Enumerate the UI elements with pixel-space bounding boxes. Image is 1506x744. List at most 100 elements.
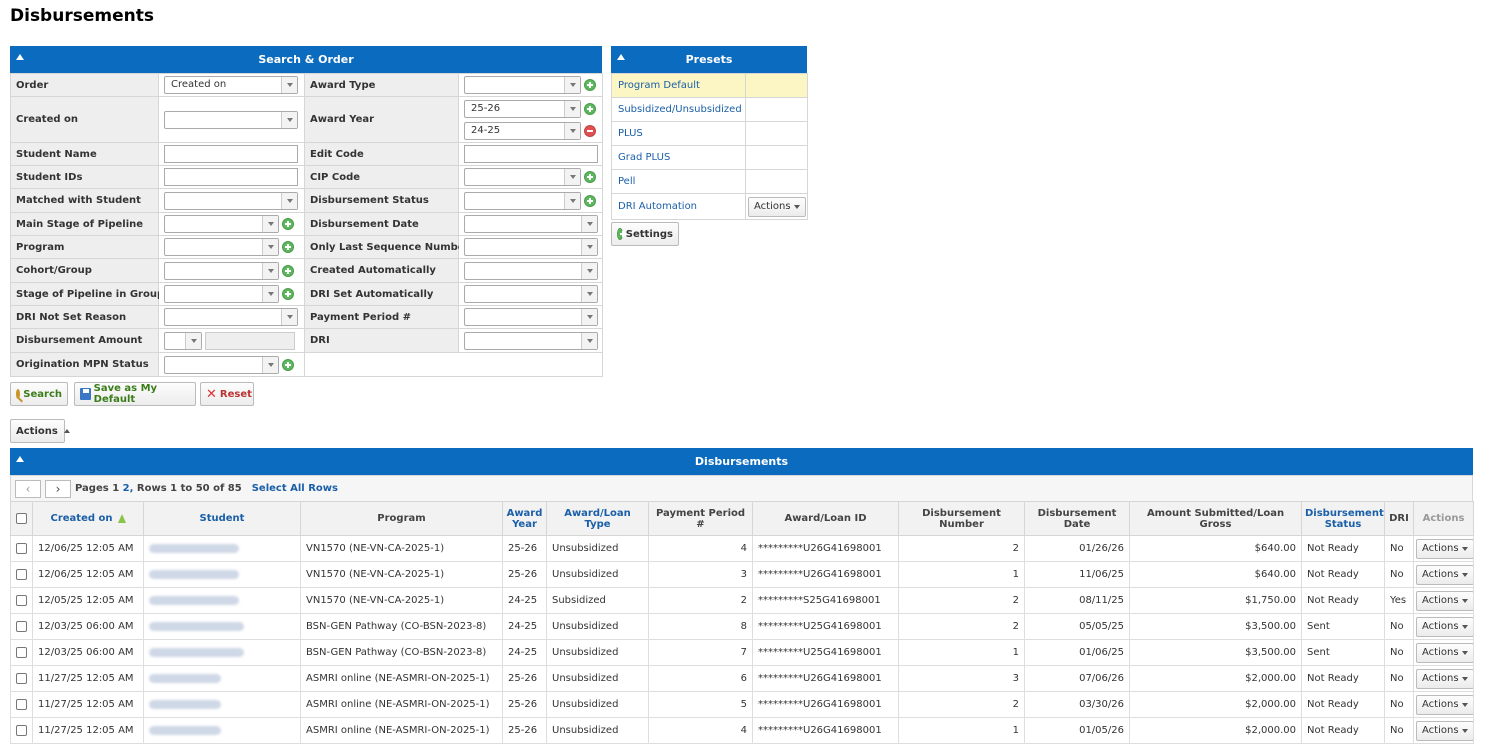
save-default-button[interactable]: Save as My Default [74, 382, 196, 406]
actions-menu-button[interactable]: Actions [10, 419, 70, 443]
dri-not-set-reason-select[interactable] [164, 308, 298, 326]
table-row[interactable]: 12/06/25 12:05 AM VN1570 (NE-VN-CA-2025-1… [10, 561, 1474, 588]
table-row[interactable]: 11/27/25 12:05 AM ASMRI online (NE-ASMRI-… [10, 691, 1474, 718]
row-actions-button[interactable]: Actions [1416, 538, 1473, 559]
cell-student[interactable] [143, 691, 301, 718]
cell-award-loan-id[interactable]: *********U26G41698001 [752, 717, 899, 744]
dri-select[interactable] [464, 331, 598, 350]
page-1-link[interactable]: 1 [112, 483, 119, 494]
award-year-select-2[interactable]: 24-25 [464, 121, 581, 140]
add-icon[interactable] [282, 218, 294, 230]
row-checkbox-cell[interactable] [10, 587, 33, 614]
cell-student[interactable] [143, 665, 301, 692]
student-name-redacted[interactable] [149, 647, 244, 657]
cell-student[interactable] [143, 561, 301, 588]
add-icon[interactable] [282, 288, 294, 300]
table-row[interactable]: 12/03/25 06:00 AM BSN-GEN Pathway (CO-BSN… [10, 613, 1474, 640]
preset-actions-button[interactable]: Actions [748, 196, 806, 217]
student-name-redacted[interactable] [149, 569, 239, 579]
cell-student[interactable] [143, 613, 301, 640]
table-row[interactable]: 12/05/25 12:05 AM VN1570 (NE-VN-CA-2025-1… [10, 587, 1474, 614]
cell-award-loan-id[interactable]: *********U25G41698001 [752, 639, 899, 666]
row-checkbox-cell[interactable] [10, 717, 33, 744]
student-name-redacted[interactable] [149, 725, 221, 735]
student-ids-input[interactable] [164, 168, 298, 186]
search-button[interactable]: Search [10, 382, 68, 406]
program-select[interactable] [164, 238, 279, 256]
created-automatically-select[interactable] [464, 261, 598, 280]
mpn-status-select[interactable] [164, 355, 279, 374]
select-all-checkbox-cell[interactable] [10, 501, 33, 536]
checkbox[interactable] [16, 672, 27, 684]
add-icon[interactable] [584, 171, 596, 183]
cell-award-loan-id[interactable]: *********S25G41698001 [752, 587, 899, 614]
table-row[interactable]: 12/03/25 06:00 AM BSN-GEN Pathway (CO-BSN… [10, 639, 1474, 666]
student-name-redacted[interactable] [149, 543, 239, 553]
reset-button[interactable]: ✕ Reset [200, 382, 254, 406]
row-checkbox-cell[interactable] [10, 639, 33, 666]
disbursement-date-select[interactable] [464, 215, 598, 233]
row-actions-button[interactable]: Actions [1416, 642, 1473, 663]
row-checkbox-cell[interactable] [10, 691, 33, 718]
preset-pell[interactable]: Pell [611, 169, 746, 194]
preset-plus[interactable]: PLUS [611, 121, 746, 146]
edit-code-input[interactable] [464, 145, 598, 163]
student-name-redacted[interactable] [149, 699, 221, 709]
created-on-select[interactable] [164, 110, 298, 129]
preset-program-default[interactable]: Program Default [611, 73, 746, 98]
award-type-select[interactable] [464, 76, 581, 94]
row-actions-button[interactable]: Actions [1416, 590, 1473, 611]
row-checkbox-cell[interactable] [10, 613, 33, 640]
amount-input[interactable] [205, 331, 296, 350]
row-checkbox-cell[interactable] [10, 535, 33, 562]
collapse-icon[interactable] [16, 456, 24, 462]
preset-grad-plus[interactable]: Grad PLUS [611, 145, 746, 170]
award-year-select[interactable]: 25-26 [464, 99, 581, 118]
order-select[interactable]: Created on [164, 76, 298, 94]
select-all-rows-link[interactable]: Select All Rows [252, 483, 338, 494]
row-actions-button[interactable]: Actions [1416, 668, 1473, 689]
cohort-group-select[interactable] [164, 261, 279, 280]
cell-student[interactable] [143, 639, 301, 666]
page-2-link[interactable]: 2, [123, 483, 134, 494]
payment-period-select[interactable] [464, 308, 598, 326]
collapse-icon[interactable] [617, 54, 625, 60]
checkbox[interactable] [16, 646, 27, 658]
checkbox[interactable] [16, 698, 27, 710]
settings-button[interactable]: Settings [611, 222, 679, 246]
add-icon[interactable] [584, 194, 596, 207]
grid-panel-header[interactable]: Disbursements [10, 448, 1473, 475]
presets-panel-header[interactable]: Presets [611, 46, 807, 73]
column-header-award-year[interactable]: Award Year [502, 501, 547, 536]
student-name-input[interactable] [164, 145, 298, 163]
add-icon[interactable] [584, 102, 596, 115]
main-stage-select[interactable] [164, 215, 279, 233]
cell-award-loan-id[interactable]: *********U26G41698001 [752, 665, 899, 692]
dri-set-automatically-select[interactable] [464, 285, 598, 303]
disbursement-status-select[interactable] [464, 191, 581, 210]
preset-subsidized-unsubsidized[interactable]: Subsidized/Unsubsidized [611, 97, 746, 122]
add-icon[interactable] [584, 79, 596, 91]
collapse-icon[interactable] [16, 54, 24, 60]
cell-student[interactable] [143, 587, 301, 614]
row-actions-button[interactable]: Actions [1416, 616, 1473, 637]
column-header-created-on[interactable]: Created on [32, 501, 144, 536]
cell-student[interactable] [143, 717, 301, 744]
cell-award-loan-id[interactable]: *********U25G41698001 [752, 613, 899, 640]
column-header-disbursement-status[interactable]: Disbursement Status [1301, 501, 1385, 536]
student-name-redacted[interactable] [149, 621, 244, 631]
checkbox[interactable] [16, 568, 27, 580]
checkbox[interactable] [16, 594, 27, 606]
table-row[interactable]: 11/27/25 12:05 AM ASMRI online (NE-ASMRI-… [10, 717, 1474, 744]
row-checkbox-cell[interactable] [10, 561, 33, 588]
cell-award-loan-id[interactable]: *********U26G41698001 [752, 691, 899, 718]
search-panel-header[interactable]: Search & Order [10, 46, 602, 73]
cell-award-loan-id[interactable]: *********U26G41698001 [752, 535, 899, 562]
last-sequence-select[interactable] [464, 238, 598, 256]
add-icon[interactable] [282, 264, 294, 277]
matched-student-select[interactable] [164, 191, 298, 210]
amount-operator-select[interactable] [164, 331, 202, 350]
preset-dri-automation[interactable]: DRI Automation [611, 193, 746, 220]
checkbox[interactable] [16, 620, 27, 632]
row-actions-button[interactable]: Actions [1416, 720, 1473, 741]
